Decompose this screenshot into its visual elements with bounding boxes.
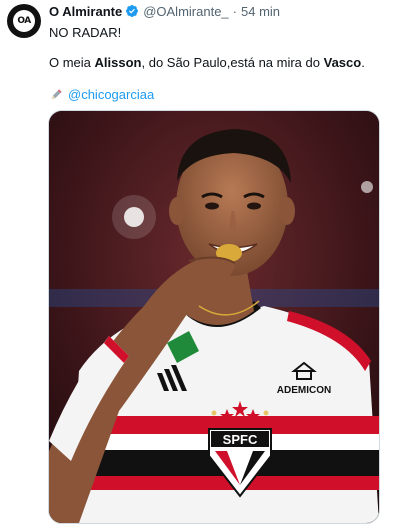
- pencil-icon: [51, 88, 62, 99]
- tweet-text-line-2: O meia Alisson, do São Paulo,está na mir…: [49, 55, 365, 70]
- player-photo: SPFC ADEMICON: [49, 111, 379, 523]
- tweet-photo[interactable]: SPFC ADEMICON: [48, 110, 380, 524]
- separator: ·: [232, 3, 237, 19]
- text-part: O meia: [49, 55, 95, 70]
- tweet[interactable]: OA O Almirante @OAlmirante_ · 54 min NO …: [0, 0, 410, 527]
- sponsor-label: ADEMICON: [277, 385, 331, 396]
- text-part: .: [361, 55, 365, 70]
- timestamp[interactable]: 54 min: [241, 4, 280, 19]
- tweet-text-line-3: @chicogarciaa: [49, 87, 154, 102]
- author-name[interactable]: O Almirante: [49, 4, 122, 19]
- avatar-logo: OA: [13, 10, 35, 32]
- crest-label: SPFC: [223, 432, 258, 447]
- text-bold-club: Vasco: [323, 55, 362, 70]
- tweet-text-line-1: NO RADAR!: [49, 25, 122, 40]
- text-bold-player: Alisson: [94, 55, 142, 70]
- verified-badge-icon: [126, 5, 139, 17]
- text-part: , do São Paulo,está na mira do: [141, 55, 324, 70]
- mention-link[interactable]: @chicogarciaa: [68, 87, 154, 102]
- tweet-header: O Almirante @OAlmirante_ · 54 min: [49, 3, 280, 19]
- author-handle[interactable]: @OAlmirante_: [143, 4, 228, 19]
- avatar[interactable]: OA: [7, 4, 41, 38]
